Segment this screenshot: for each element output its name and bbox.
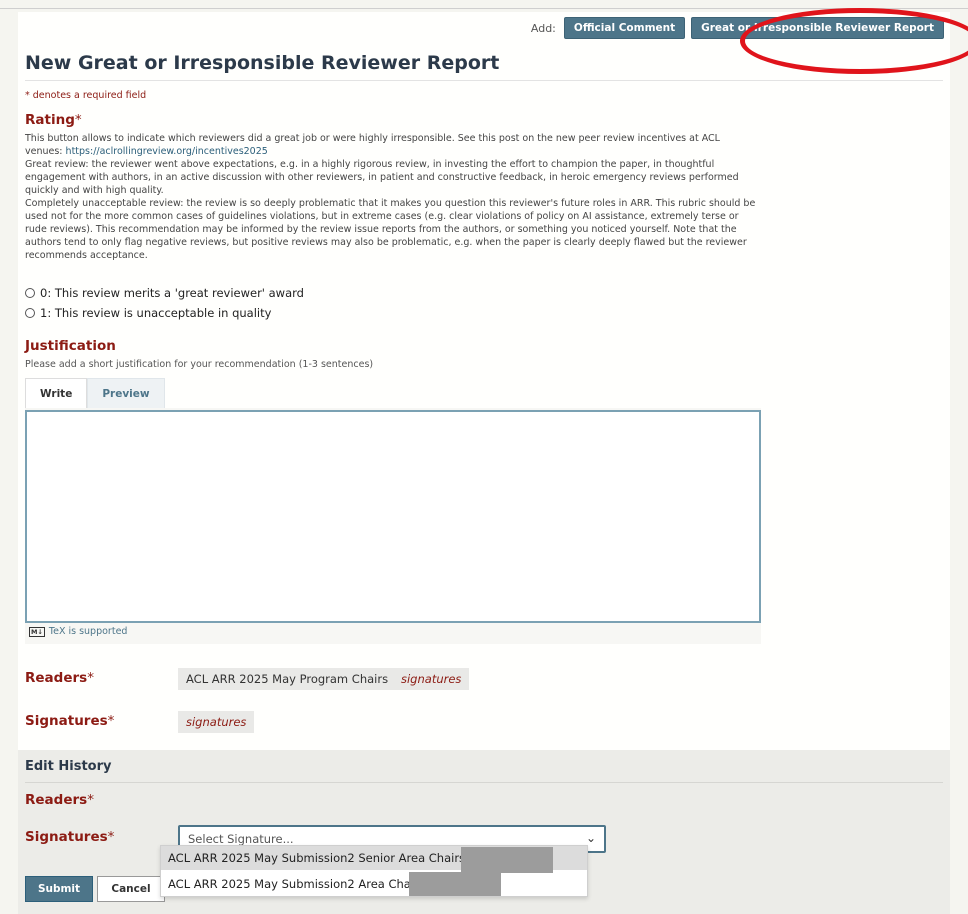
redacted-block bbox=[461, 847, 553, 873]
rating-desc-intro: This button allows to indicate which rev… bbox=[25, 132, 760, 158]
cancel-button[interactable]: Cancel bbox=[97, 876, 165, 902]
history-signatures-label-text: Signatures bbox=[25, 829, 108, 845]
tab-write[interactable]: Write bbox=[25, 378, 88, 409]
tex-note-text: TeX is supported bbox=[48, 626, 128, 637]
rating-desc-unacceptable: Completely unacceptable review: the revi… bbox=[25, 198, 756, 261]
required-star: * bbox=[107, 829, 115, 845]
rating-option-1-label: 1: This review is unacceptable in qualit… bbox=[40, 306, 272, 320]
readers-label-text: Readers bbox=[25, 670, 88, 686]
incentives-link[interactable]: https://aclrollingreview.org/incentives2… bbox=[66, 146, 268, 157]
signature-chip: signatures bbox=[178, 711, 255, 733]
required-star: * bbox=[74, 112, 82, 128]
title-divider bbox=[25, 80, 943, 81]
signatures-label: Signatures* bbox=[25, 713, 114, 729]
justification-label: Justification bbox=[25, 338, 116, 354]
rating-label-text: Rating bbox=[25, 112, 75, 128]
editor-tabs: Write Preview bbox=[25, 378, 165, 409]
history-divider bbox=[25, 782, 943, 783]
signature-option-area-chair[interactable]: ACL ARR 2025 May Submission2 Area Chair bbox=[161, 872, 587, 896]
add-label: Add: bbox=[530, 21, 556, 35]
signature-select-placeholder: Select Signature... bbox=[188, 832, 294, 846]
option-label: ACL ARR 2025 May Submission2 Area Chair bbox=[168, 877, 419, 891]
redacted-block bbox=[409, 872, 501, 896]
tab-preview[interactable]: Preview bbox=[87, 378, 165, 409]
submit-button[interactable]: Submit bbox=[25, 876, 93, 902]
rating-option-0[interactable]: 0: This review merits a 'great reviewer'… bbox=[25, 286, 304, 300]
official-comment-button[interactable]: Official Comment bbox=[563, 17, 686, 39]
required-star: * bbox=[107, 713, 115, 729]
reader-chip-signatures: signatures bbox=[393, 668, 470, 690]
reader-chip-program-chairs: ACL ARR 2025 May Program Chairs bbox=[178, 668, 397, 690]
add-bar: Add: Official Comment Great or Irrespons… bbox=[531, 17, 944, 39]
editor-wrapper: M↓ TeX is supported bbox=[25, 408, 761, 644]
rating-label: Rating* bbox=[25, 112, 82, 128]
signature-dropdown: ACL ARR 2025 May Submission2 Senior Area… bbox=[160, 845, 588, 897]
history-signatures-label: Signatures* bbox=[25, 829, 114, 845]
tex-note: M↓ TeX is supported bbox=[29, 626, 127, 637]
page-title: New Great or Irresponsible Reviewer Repo… bbox=[25, 52, 500, 74]
rating-description: This button allows to indicate which rev… bbox=[25, 132, 760, 262]
readers-label: Readers* bbox=[25, 670, 94, 686]
radio-button[interactable] bbox=[25, 308, 35, 318]
required-star: * bbox=[87, 670, 94, 686]
justification-help: Please add a short justification for you… bbox=[25, 359, 374, 370]
required-note: * denotes a required field bbox=[25, 90, 147, 101]
top-divider bbox=[0, 8, 968, 9]
radio-button[interactable] bbox=[25, 288, 35, 298]
signatures-label-text: Signatures bbox=[25, 713, 108, 729]
required-star: * bbox=[87, 792, 94, 808]
justification-label-text: Justification bbox=[25, 338, 116, 354]
note-editor-panel: Add: Official Comment Great or Irrespons… bbox=[18, 8, 968, 914]
rating-option-1[interactable]: 1: This review is unacceptable in qualit… bbox=[25, 306, 271, 320]
option-label: ACL ARR 2025 May Submission2 Senior Area… bbox=[168, 851, 474, 865]
reviewer-report-button[interactable]: Great or Irresponsible Reviewer Report bbox=[691, 17, 944, 39]
chevron-down-icon: ⌄ bbox=[585, 831, 596, 845]
history-readers-label: Readers* bbox=[25, 792, 94, 808]
justification-textarea[interactable] bbox=[25, 410, 761, 623]
history-readers-label-text: Readers bbox=[25, 792, 88, 808]
edit-history-title: Edit History bbox=[25, 759, 112, 774]
markdown-icon: M↓ bbox=[29, 626, 45, 637]
rating-option-0-label: 0: This review merits a 'great reviewer'… bbox=[40, 286, 304, 300]
rating-desc-great: Great review: the reviewer went above ex… bbox=[25, 159, 739, 196]
